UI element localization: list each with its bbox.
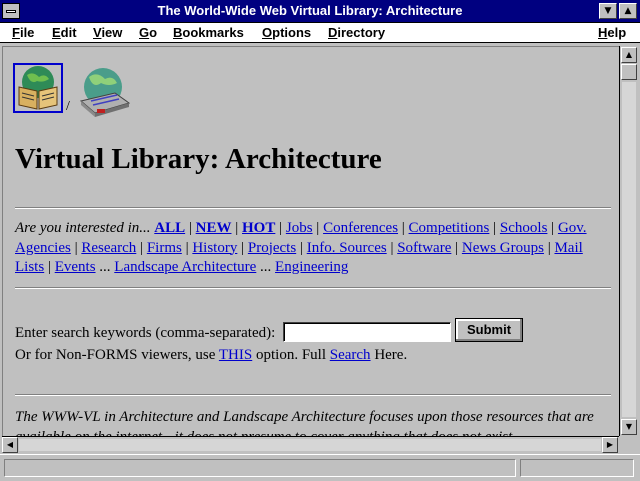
horizontal-rule	[15, 207, 611, 209]
menu-view[interactable]: View	[93, 23, 122, 42]
scroll-track[interactable]	[622, 82, 636, 417]
menu-go[interactable]: Go	[139, 23, 157, 42]
menu-file[interactable]: File	[12, 23, 34, 42]
horizontal-rule	[15, 394, 611, 396]
link-competitions[interactable]: Competitions	[409, 220, 490, 236]
menu-bookmarks[interactable]: Bookmarks	[173, 23, 244, 42]
horizontal-rule	[15, 287, 611, 289]
maximize-button[interactable]: ▲	[619, 3, 637, 19]
submit-button[interactable]: Submit	[455, 318, 523, 342]
link-schools[interactable]: Schools	[500, 220, 548, 236]
link-search[interactable]: Search	[330, 347, 371, 363]
page-heading: Virtual Library: Architecture	[15, 143, 382, 175]
link-jobs[interactable]: Jobs	[286, 220, 313, 236]
link-firms[interactable]: Firms	[147, 240, 182, 256]
link-engineering[interactable]: Engineering	[275, 259, 348, 275]
search-label: Enter search keywords (comma-separated):	[15, 325, 276, 341]
status-bar	[0, 454, 640, 481]
scroll-up-button[interactable]: ▲	[621, 47, 637, 63]
menu-bar: File Edit View Go Bookmarks Options Dire…	[0, 23, 640, 43]
link-conferences[interactable]: Conferences	[323, 220, 398, 236]
status-progress	[520, 459, 634, 477]
system-menu-button[interactable]	[2, 3, 20, 19]
search-input[interactable]	[283, 322, 451, 342]
scroll-right-button[interactable]: ▶	[602, 437, 618, 453]
window-title: The World-Wide Web Virtual Library: Arch…	[157, 3, 463, 18]
menu-options[interactable]: Options	[262, 23, 311, 42]
menu-help[interactable]: Help	[598, 23, 626, 42]
status-message	[4, 459, 516, 477]
link-news-groups[interactable]: News Groups	[462, 240, 544, 256]
link-software[interactable]: Software	[397, 240, 451, 256]
menu-edit[interactable]: Edit	[52, 23, 77, 42]
link-new[interactable]: NEW	[196, 220, 232, 236]
link-events[interactable]: Events	[55, 259, 96, 275]
scroll-thumb[interactable]	[621, 64, 637, 80]
horizontal-scrollbar[interactable]: ◀ ▶	[2, 436, 619, 453]
non-forms-note: Or for Non-FORMS viewers, use THIS optio…	[15, 347, 407, 364]
description-text: The WWW-VL in Architecture and Landscape…	[15, 409, 594, 437]
link-all[interactable]: ALL	[154, 220, 185, 236]
globe-icon[interactable]	[75, 65, 133, 121]
non-forms-prefix: Or for Non-FORMS viewers, use	[15, 347, 216, 363]
link-research[interactable]: Research	[81, 240, 136, 256]
menu-directory[interactable]: Directory	[328, 23, 385, 42]
image-separator: /	[66, 99, 70, 114]
link-history[interactable]: History	[192, 240, 237, 256]
document-view: / Virtual Library: Architecture Are you …	[2, 46, 619, 437]
non-forms-suffix: Here.	[374, 347, 408, 363]
non-forms-mid: option. Full	[255, 347, 326, 363]
link-info-sources[interactable]: Info. Sources	[307, 240, 387, 256]
intro-text: Are you interested in...	[15, 220, 151, 236]
scroll-left-button[interactable]: ◀	[2, 437, 18, 453]
category-links: Are you interested in... ALL | NEW | HOT…	[15, 220, 587, 275]
scroll-down-button[interactable]: ▼	[621, 419, 637, 435]
link-projects[interactable]: Projects	[248, 240, 296, 256]
vertical-scrollbar[interactable]: ▲ ▼	[619, 46, 638, 436]
title-bar: The World-Wide Web Virtual Library: Arch…	[0, 0, 640, 23]
link-this[interactable]: THIS	[219, 347, 252, 363]
minimize-button[interactable]: ▼	[599, 3, 617, 19]
horizontal-scroll-track[interactable]	[19, 439, 601, 451]
book-icon[interactable]	[13, 63, 63, 113]
link-hot[interactable]: HOT	[242, 220, 275, 236]
link-landscape-architecture[interactable]: Landscape Architecture	[114, 259, 256, 275]
